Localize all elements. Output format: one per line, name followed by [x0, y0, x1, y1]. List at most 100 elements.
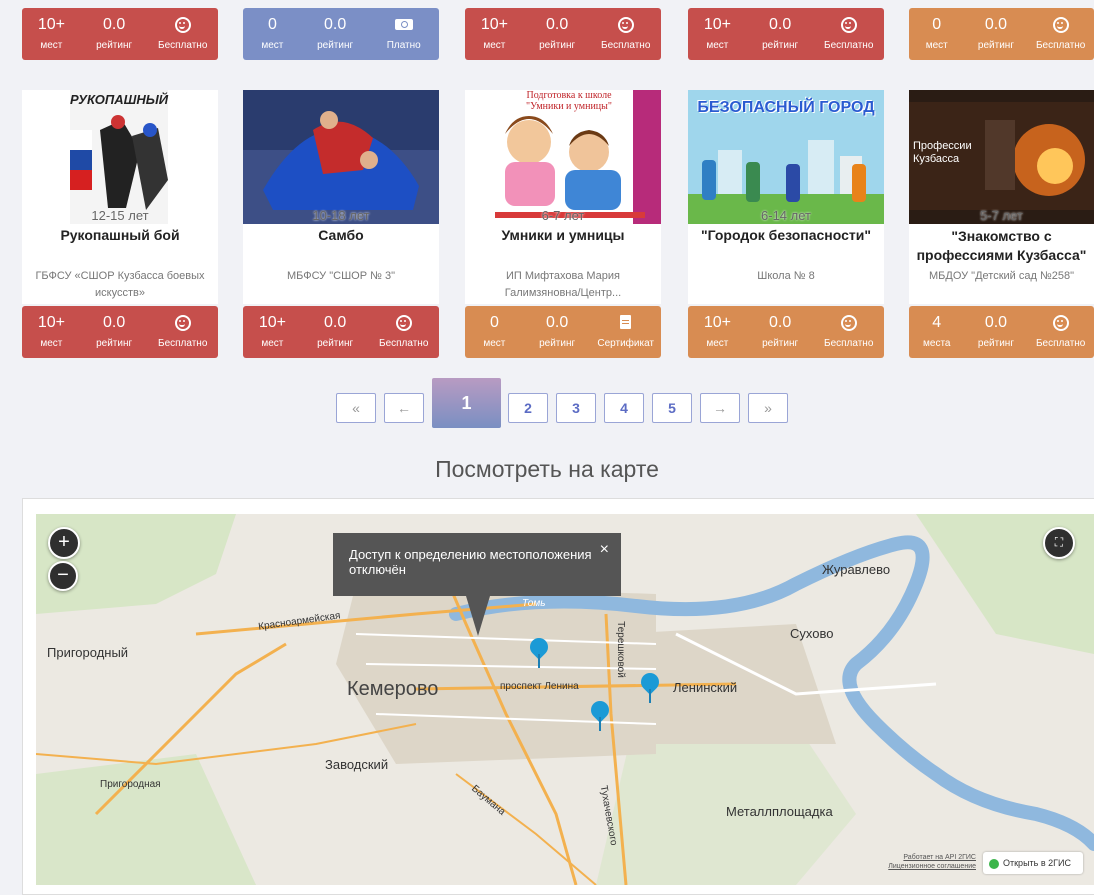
- places-value: 0: [267, 16, 277, 33]
- places-value: 10+: [37, 314, 65, 331]
- smile-icon: [174, 17, 191, 33]
- price-stat: Бесплатно: [590, 8, 661, 60]
- document-icon: [620, 315, 632, 329]
- places-stat: 10+ мест: [243, 306, 302, 358]
- api-note-link[interactable]: Работает на API 2ГИС: [870, 853, 976, 862]
- smile-icon: [1052, 17, 1069, 33]
- price-stat: Бесплатно: [1027, 306, 1094, 358]
- places-label: мест: [706, 338, 729, 349]
- rating-label: рейтинг: [96, 338, 133, 349]
- page-5-button[interactable]: 5: [652, 393, 692, 423]
- map-label-leninsky: Ленинский: [673, 680, 738, 695]
- places-stat: 0 мест: [243, 8, 302, 60]
- places-label: мест: [925, 40, 948, 51]
- places-stat: 10+ мест: [22, 306, 81, 358]
- card-title[interactable]: Самбо: [243, 227, 439, 243]
- tooltip-close-icon[interactable]: ×: [600, 541, 609, 559]
- card-title[interactable]: Рукопашный бой: [22, 227, 218, 243]
- card-image[interactable]: [243, 90, 439, 224]
- places-label: мест: [40, 338, 63, 349]
- open-2gis-button[interactable]: Открыть в 2ГИС: [983, 852, 1083, 874]
- first-page-button[interactable]: «: [336, 393, 376, 423]
- rating-label: рейтинг: [977, 338, 1014, 349]
- rating-value: 0.0: [984, 314, 1008, 331]
- money-icon: [394, 19, 413, 30]
- card-image-caption: РУКОПАШНЫЙ: [70, 92, 169, 107]
- rating-label: рейтинг: [762, 338, 799, 349]
- card-image[interactable]: Профессии Кузбасса: [909, 90, 1094, 224]
- price-stat: Бесплатно: [813, 8, 884, 60]
- license-link[interactable]: Лицензионное соглашение: [870, 862, 976, 871]
- fullscreen-button[interactable]: ⛶: [1043, 527, 1075, 559]
- card-stats-bar: 10+ мест 0.0 рейтинг Бесплатно: [22, 306, 218, 358]
- card-image[interactable]: РУКОПАШНЫЙ: [22, 90, 218, 224]
- activity-card[interactable]: РУКОПАШНЫЙ 12-15 лет Рукопашный бой ГБФС…: [22, 90, 218, 304]
- smile-icon: [174, 315, 191, 331]
- card-age: 10-18 лет: [312, 208, 370, 223]
- card-title[interactable]: "Городок безопасности": [688, 227, 884, 243]
- current-page-button[interactable]: 1: [432, 378, 501, 428]
- rating-stat: 0.0 рейтинг: [524, 306, 591, 358]
- rating-stat: 0.0 рейтинг: [965, 306, 1028, 358]
- rating-stat: 0.0 рейтинг: [747, 8, 814, 60]
- places-value: 10+: [703, 314, 731, 331]
- price-stat: Бесплатно: [368, 306, 439, 358]
- card-image-caption: БЕЗОПАСНЫЙ ГОРОД: [697, 99, 875, 116]
- card-title[interactable]: "Знакомство с профессиями Кузбасса": [909, 227, 1094, 265]
- price-label: Бесплатно: [1035, 338, 1086, 349]
- card-image[interactable]: БЕЗОПАСНЫЙ ГОРОД: [688, 90, 884, 224]
- rating-value: 0.0: [768, 16, 792, 33]
- map-pin-stem: [649, 689, 651, 703]
- geolocation-tooltip: Доступ к определению местоположения откл…: [333, 533, 621, 596]
- card-image[interactable]: Подготовка к школе "Умники и умницы": [465, 90, 661, 224]
- rating-value: 0.0: [102, 314, 126, 331]
- map-pin-stem: [599, 717, 601, 731]
- smile-icon: [617, 17, 634, 33]
- activity-card[interactable]: Профессии Кузбасса 5-7 лет "Знакомство с…: [909, 90, 1094, 304]
- smile-icon: [840, 315, 857, 331]
- places-stat: 10+ мест: [22, 8, 81, 60]
- zoom-in-button[interactable]: +: [48, 527, 80, 559]
- page-2-button[interactable]: 2: [508, 393, 548, 423]
- card-organization: МБФСУ "СШОР № 3": [286, 270, 395, 282]
- card-organization: ГБФСУ «СШОР Кузбасса боевых искусств»: [35, 270, 205, 299]
- geolocation-tooltip-text: Доступ к определению местоположения откл…: [349, 547, 592, 577]
- places-value: 0: [932, 16, 942, 33]
- rating-label: рейтинг: [539, 338, 576, 349]
- last-page-button[interactable]: »: [748, 393, 788, 423]
- activity-card[interactable]: Подготовка к школе "Умники и умницы" 6-7…: [465, 90, 661, 304]
- price-stat: Бесплатно: [147, 306, 218, 358]
- page-4-button[interactable]: 4: [604, 393, 644, 423]
- map-label-river: Томь: [522, 598, 546, 609]
- rating-stat: 0.0 рейтинг: [302, 306, 369, 358]
- places-label: мест: [483, 40, 506, 51]
- card-stats-bar: 10+ мест 0.0 рейтинг Бесплатно: [688, 8, 884, 60]
- price-label: Бесплатно: [1035, 40, 1086, 51]
- card-stats-bar: 0 мест 0.0 рейтинг Платно: [243, 8, 439, 60]
- places-value: 10+: [258, 314, 286, 331]
- zoom-out-button[interactable]: −: [48, 561, 78, 591]
- smile-icon: [395, 315, 412, 331]
- places-value: 0: [489, 314, 499, 331]
- activity-card[interactable]: БЕЗОПАСНЫЙ ГОРОД 6-14 лет "Городок безоп…: [688, 90, 884, 304]
- price-label: Бесплатно: [824, 40, 874, 51]
- smile-icon: [1052, 315, 1069, 331]
- activity-card[interactable]: 10-18 лет Самбо МБФСУ "СШОР № 3": [243, 90, 439, 304]
- map-label-suhovo: Сухово: [790, 626, 834, 641]
- places-value: 10+: [37, 16, 65, 33]
- page-3-button[interactable]: 3: [556, 393, 596, 423]
- rating-value: 0.0: [545, 314, 569, 331]
- places-stat: 10+ мест: [688, 306, 747, 358]
- card-stats-bar: 10+ мест 0.0 рейтинг Бесплатно: [688, 306, 884, 358]
- next-page-button[interactable]: →: [700, 393, 740, 423]
- map-attribution: Работает на API 2ГИС Лицензионное соглаш…: [870, 853, 976, 871]
- price-stat: Бесплатно: [147, 8, 218, 60]
- 2gis-logo-icon: [989, 858, 999, 869]
- card-image-caption: Подготовка к школе "Умники и умницы": [526, 90, 612, 112]
- map-label-zavodsky: Заводский: [325, 757, 389, 772]
- price-label: Сертификат: [597, 338, 655, 349]
- price-stat: Сертификат: [590, 306, 661, 358]
- card-title[interactable]: Умники и умницы: [465, 227, 661, 243]
- prev-page-button[interactable]: ←: [384, 393, 424, 423]
- card-organization: ИП Мифтахова Мария Галимзяновна/Центр...: [504, 270, 622, 299]
